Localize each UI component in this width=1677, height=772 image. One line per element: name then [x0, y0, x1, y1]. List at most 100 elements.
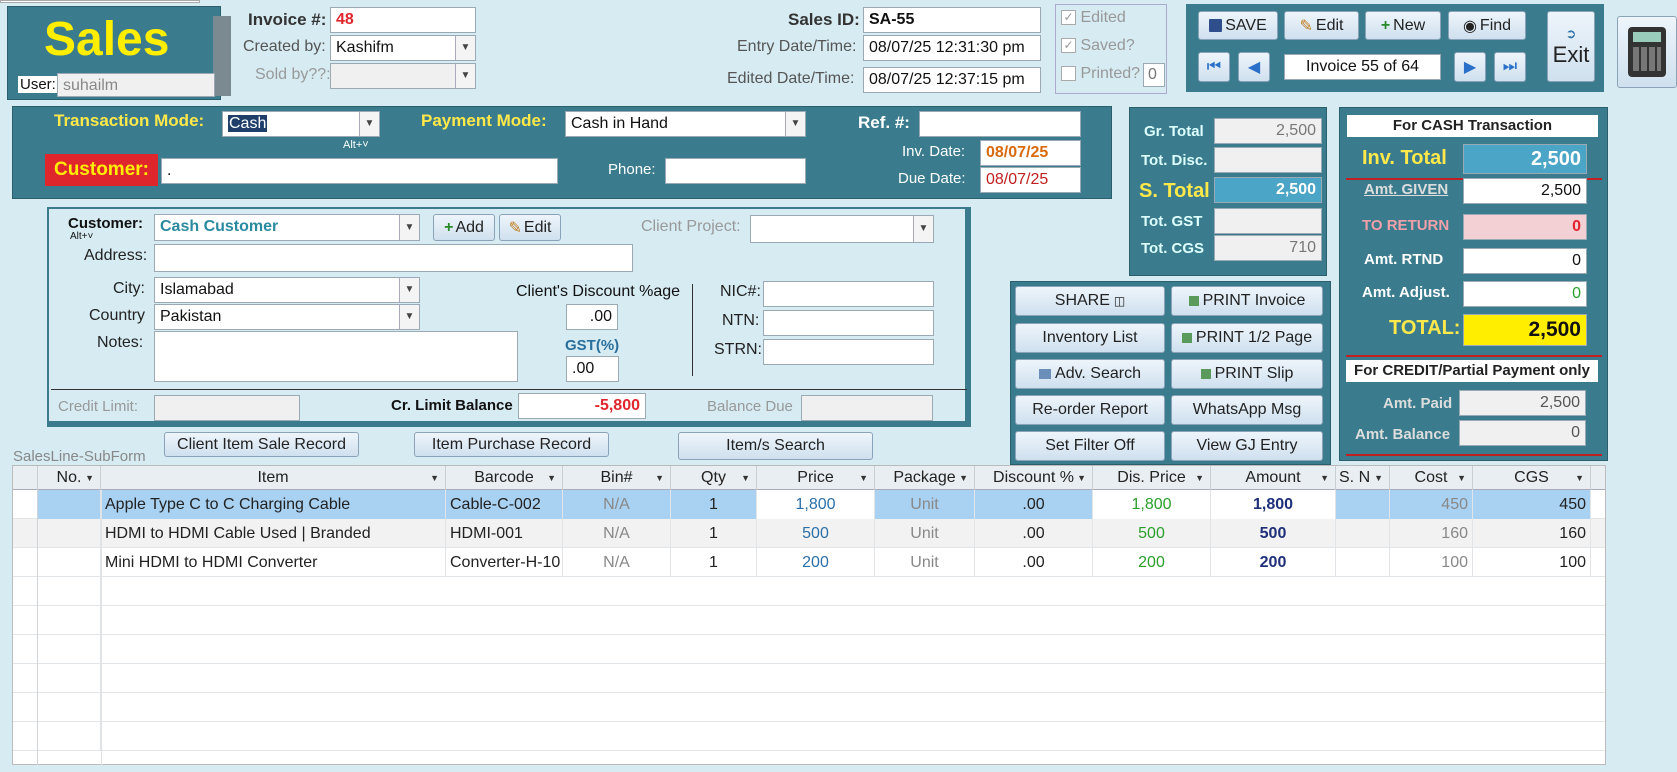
cell-bin[interactable] — [563, 635, 671, 664]
add-customer-button[interactable]: + Add — [433, 214, 495, 241]
view-gj-entry-button[interactable]: View GJ Entry — [1171, 431, 1323, 461]
cell-amount[interactable]: 1,800 — [1211, 490, 1336, 519]
cell-cgs[interactable] — [1473, 693, 1591, 722]
address-field[interactable] — [154, 244, 633, 272]
notes-field[interactable] — [154, 331, 518, 382]
col-no[interactable]: No. ▼ — [38, 466, 101, 490]
cell-dis-price[interactable] — [1093, 606, 1211, 635]
cell-package[interactable]: Unit — [875, 548, 975, 577]
cell-qty[interactable] — [671, 577, 757, 606]
nic-field[interactable] — [763, 281, 934, 307]
calculator-button[interactable] — [1617, 16, 1677, 88]
cell-bin[interactable] — [563, 722, 671, 751]
col-package[interactable]: Package ▼ — [875, 466, 975, 490]
item-purchase-button[interactable]: Item Purchase Record — [414, 432, 609, 457]
cell-disc[interactable] — [975, 606, 1093, 635]
exit-button[interactable]: ➲ Exit — [1547, 11, 1595, 82]
cell-barcode[interactable] — [446, 693, 563, 722]
cell-package[interactable] — [875, 606, 975, 635]
cell-barcode[interactable]: Converter-H-10 — [446, 548, 563, 577]
sales-id-field[interactable]: SA-55 — [863, 7, 1041, 33]
cell-sn[interactable] — [1336, 693, 1390, 722]
cell-cgs[interactable]: 160 — [1473, 519, 1591, 548]
cell-cgs[interactable]: 100 — [1473, 548, 1591, 577]
cell-price[interactable] — [757, 693, 875, 722]
cell-dis-price[interactable]: 200 — [1093, 548, 1211, 577]
cell-disc[interactable]: .00 — [975, 490, 1093, 519]
cell-barcode[interactable] — [446, 722, 563, 751]
chevron-down-icon[interactable]: ▼ — [913, 216, 933, 242]
cell-no[interactable] — [38, 693, 101, 722]
cell-cgs[interactable] — [1473, 606, 1591, 635]
cell-price[interactable] — [757, 722, 875, 751]
transaction-mode-select[interactable]: Cash ▼ — [222, 111, 380, 137]
cell-sn[interactable] — [1336, 664, 1390, 693]
cell-amount[interactable]: 500 — [1211, 519, 1336, 548]
col-cost[interactable]: Cost ▼ — [1390, 466, 1473, 490]
cell-qty[interactable] — [671, 606, 757, 635]
table-row[interactable] — [13, 693, 1605, 722]
customer-select[interactable]: Cash Customer ▼ — [154, 214, 420, 241]
cell-disc[interactable] — [975, 693, 1093, 722]
cell-cost[interactable] — [1390, 664, 1473, 693]
amt-adjust-field[interactable]: 0 — [1463, 281, 1587, 307]
cell-bin[interactable] — [563, 577, 671, 606]
cell-no[interactable] — [38, 548, 101, 577]
edited-checkbox[interactable]: ✓ Edited — [1061, 9, 1126, 27]
chevron-down-icon[interactable]: ▼ — [455, 36, 475, 60]
cell-amount[interactable] — [1211, 722, 1336, 751]
cell-cost[interactable] — [1390, 577, 1473, 606]
cell-cost[interactable] — [1390, 606, 1473, 635]
cell-package[interactable] — [875, 664, 975, 693]
cell-disc[interactable] — [975, 635, 1093, 664]
cell-no[interactable] — [38, 519, 101, 548]
client-project-select[interactable]: ▼ — [750, 215, 934, 243]
cell-dis-price[interactable] — [1093, 635, 1211, 664]
cell-bin[interactable] — [563, 606, 671, 635]
printed-checkbox[interactable]: Printed? — [1061, 65, 1140, 83]
cell-barcode[interactable]: HDMI-001 — [446, 519, 563, 548]
inventory-list-button[interactable]: Inventory List — [1015, 323, 1165, 353]
ntn-field[interactable] — [763, 310, 934, 336]
cell-package[interactable]: Unit — [875, 490, 975, 519]
sold-by-select[interactable]: ▼ — [330, 63, 476, 89]
cell-disc[interactable]: .00 — [975, 548, 1093, 577]
col-cgs[interactable]: CGS ▼ — [1473, 466, 1591, 490]
cell-disc[interactable] — [975, 577, 1093, 606]
cell-sn[interactable] — [1336, 606, 1390, 635]
col-sn[interactable]: S. N ▼ — [1336, 466, 1390, 490]
col-price[interactable]: Price ▼ — [757, 466, 875, 490]
cell-package[interactable] — [875, 722, 975, 751]
chevron-down-icon[interactable]: ▼ — [399, 278, 419, 302]
payment-mode-select[interactable]: Cash in Hand ▼ — [565, 111, 806, 137]
cell-item[interactable] — [101, 664, 446, 693]
invoice-field[interactable]: 48 — [330, 7, 476, 33]
chevron-down-icon[interactable]: ▼ — [785, 112, 805, 136]
cell-cost[interactable] — [1390, 635, 1473, 664]
cell-package[interactable]: Unit — [875, 519, 975, 548]
table-row[interactable] — [13, 664, 1605, 693]
cell-cost[interactable]: 450 — [1390, 490, 1473, 519]
cell-price[interactable]: 200 — [757, 548, 875, 577]
cell-cost[interactable] — [1390, 722, 1473, 751]
reorder-report-button[interactable]: Re-order Report — [1015, 395, 1165, 425]
col-discount[interactable]: Discount % ▼ — [975, 466, 1093, 490]
cell-cost[interactable]: 160 — [1390, 519, 1473, 548]
save-button[interactable]: SAVE — [1198, 11, 1278, 40]
cell-item[interactable] — [101, 606, 446, 635]
find-button[interactable]: ◉ Find — [1448, 11, 1526, 40]
first-record-button[interactable]: ⏮ — [1198, 52, 1230, 82]
chevron-down-icon[interactable]: ▼ — [455, 64, 475, 88]
cell-cgs[interactable] — [1473, 635, 1591, 664]
cell-item[interactable]: Mini HDMI to HDMI Converter — [101, 548, 446, 577]
col-dis-price[interactable]: Dis. Price ▼ — [1093, 466, 1211, 490]
set-filter-off-button[interactable]: Set Filter Off — [1015, 431, 1165, 461]
cell-amount[interactable] — [1211, 664, 1336, 693]
cell-cgs[interactable] — [1473, 664, 1591, 693]
cell-cgs[interactable] — [1473, 722, 1591, 751]
cell-qty[interactable]: 1 — [671, 548, 757, 577]
col-amount[interactable]: Amount ▼ — [1211, 466, 1336, 490]
cell-disc[interactable] — [975, 722, 1093, 751]
table-row[interactable] — [13, 635, 1605, 664]
cell-package[interactable] — [875, 635, 975, 664]
